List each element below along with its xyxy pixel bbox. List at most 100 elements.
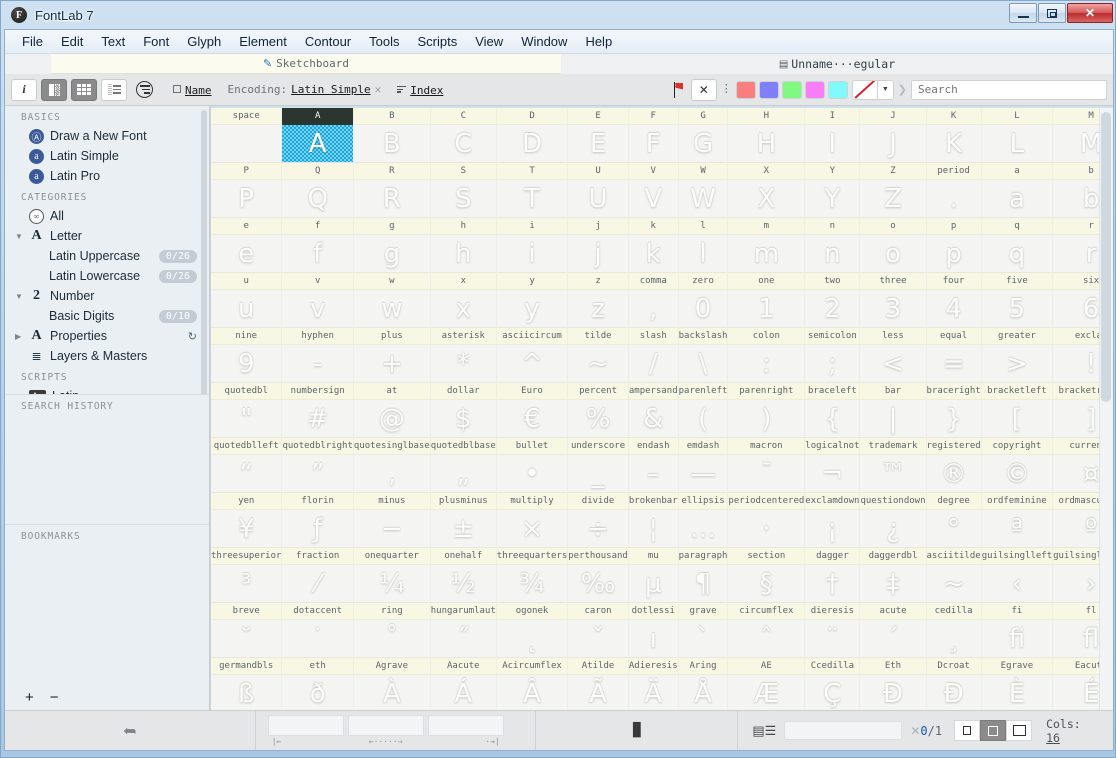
glyph-cell[interactable]: ff bbox=[282, 218, 353, 273]
close-button[interactable]: ✕ bbox=[1067, 3, 1113, 23]
glyph-cell[interactable]: kk bbox=[629, 218, 679, 273]
glyph-cell[interactable]: germandblsß bbox=[211, 658, 282, 710]
glyph-cell[interactable]: plusminus± bbox=[431, 493, 497, 548]
glyph-cell[interactable]: dagger† bbox=[805, 548, 860, 603]
glyph-cell[interactable]: ww bbox=[354, 273, 431, 328]
glyph-cell[interactable]: at@ bbox=[354, 383, 431, 438]
glyph-cell[interactable]: five5 bbox=[982, 273, 1053, 328]
glyph-cell[interactable]: ogonek˛ bbox=[497, 603, 568, 658]
filter-input[interactable] bbox=[784, 721, 902, 740]
glyph-cell[interactable]: one1 bbox=[728, 273, 805, 328]
glyph-cell[interactable]: yen¥ bbox=[211, 493, 282, 548]
color-swatch-0[interactable] bbox=[736, 81, 756, 99]
menu-item-element[interactable]: Element bbox=[230, 31, 296, 52]
glyph-cell[interactable]: vv bbox=[282, 273, 353, 328]
glyph-cell[interactable]: xx bbox=[431, 273, 497, 328]
maximize-button[interactable] bbox=[1038, 3, 1066, 23]
glyph-cell[interactable]: KK bbox=[927, 108, 982, 163]
chevron-right-icon[interactable]: ▶ bbox=[15, 332, 25, 341]
sidebar-item-number[interactable]: ▼2Number bbox=[5, 286, 209, 306]
glyph-cell[interactable]: dotaccent˙ bbox=[282, 603, 353, 658]
glyph-cell[interactable]: section§ bbox=[728, 548, 805, 603]
glyph-cell[interactable]: fraction⁄ bbox=[282, 548, 353, 603]
glyph-cell[interactable]: period. bbox=[927, 163, 982, 218]
glyph-cell[interactable]: ee bbox=[211, 218, 282, 273]
glyph-cell[interactable]: II bbox=[805, 108, 860, 163]
glyph-cell[interactable]: colon: bbox=[728, 328, 805, 383]
glyph-cell[interactable]: hungarumlaut˝ bbox=[431, 603, 497, 658]
glyph-cell[interactable]: dieresis¨ bbox=[805, 603, 860, 658]
minimize-button[interactable] bbox=[1009, 3, 1037, 23]
glyph-cell[interactable]: YY bbox=[805, 163, 860, 218]
glyph-cell[interactable]: daggerdbl‡ bbox=[860, 548, 926, 603]
glyph-cell[interactable]: asciicircum^ bbox=[497, 328, 568, 383]
menu-item-font[interactable]: Font bbox=[134, 31, 178, 52]
glyph-cell[interactable]: minus− bbox=[354, 493, 431, 548]
glyph-cell[interactable]: periodcentered· bbox=[728, 493, 805, 548]
glyph-cell[interactable]: backslash\ bbox=[679, 328, 729, 383]
glyph-cell[interactable]: breve˘ bbox=[211, 603, 282, 658]
glyph-cell[interactable]: onequarter¼ bbox=[354, 548, 431, 603]
glyph-cell[interactable]: space bbox=[211, 108, 282, 163]
glyph-cell[interactable]: EthÐ bbox=[860, 658, 926, 710]
glyph-cell[interactable]: copyright© bbox=[982, 438, 1053, 493]
menu-item-file[interactable]: File bbox=[13, 31, 52, 52]
flag-icon[interactable] bbox=[673, 82, 687, 98]
glyph-cell[interactable]: logicalnot¬ bbox=[805, 438, 860, 493]
glyph-cell[interactable]: multiply× bbox=[497, 493, 568, 548]
glyph-cell[interactable]: GG bbox=[679, 108, 729, 163]
grid-scrollbar-thumb[interactable] bbox=[1101, 112, 1111, 402]
sidebar-item-letter[interactable]: ▼ALetter bbox=[5, 226, 209, 246]
glyph-cell[interactable]: AacuteÁ bbox=[431, 658, 497, 710]
search-input[interactable] bbox=[911, 80, 1107, 100]
cols-indicator[interactable]: Cols: 16 bbox=[1046, 717, 1101, 745]
sidebar-item-basic-digits[interactable]: Basic Digits0/10 bbox=[5, 306, 209, 326]
refresh-icon[interactable]: ↻ bbox=[188, 330, 197, 343]
glyph-cell[interactable]: emdash— bbox=[679, 438, 729, 493]
sidebar-item-latin[interactable]: ▶АaLatin bbox=[5, 386, 209, 394]
glyph-cell[interactable]: hyphen- bbox=[282, 328, 353, 383]
menu-item-view[interactable]: View bbox=[466, 31, 512, 52]
glyph-cell[interactable]: brokenbar¦ bbox=[629, 493, 679, 548]
glyph-cell[interactable]: muµ bbox=[629, 548, 679, 603]
glyph-cell[interactable]: JJ bbox=[860, 108, 926, 163]
cell-size-medium-button[interactable] bbox=[980, 720, 1006, 741]
glyph-cell[interactable]: fiﬁ bbox=[982, 603, 1053, 658]
chevron-down-icon[interactable]: ▼ bbox=[15, 292, 25, 301]
sidebar-item-latin-pro[interactable]: aLatin Pro bbox=[5, 166, 209, 186]
add-bookmark-button[interactable]: + bbox=[25, 689, 34, 706]
color-swatch-3[interactable] bbox=[805, 81, 825, 99]
glyph-cell[interactable]: caronˇ bbox=[568, 603, 629, 658]
cell-size-large-button[interactable] bbox=[1006, 720, 1032, 741]
metric-field-2[interactable] bbox=[428, 715, 504, 736]
metric-field-1[interactable] bbox=[348, 715, 424, 736]
glyph-cell[interactable]: ll bbox=[679, 218, 729, 273]
split-panel-view-button[interactable] bbox=[41, 79, 67, 101]
expand-arrow-icon[interactable]: ❯ bbox=[898, 83, 907, 96]
glyph-cell[interactable]: uu bbox=[211, 273, 282, 328]
glyph-cell[interactable]: EE bbox=[568, 108, 629, 163]
glyph-cell[interactable]: four4 bbox=[927, 273, 982, 328]
glyph-cell[interactable]: slash/ bbox=[629, 328, 679, 383]
grid-view-button[interactable] bbox=[71, 79, 97, 101]
glyph-cell[interactable]: quotedblright” bbox=[282, 438, 353, 493]
menu-item-text[interactable]: Text bbox=[92, 31, 134, 52]
circle-lines-button[interactable] bbox=[131, 79, 157, 101]
glyph-cell[interactable]: dollar$ bbox=[431, 383, 497, 438]
glyph-cell[interactable]: HH bbox=[728, 108, 805, 163]
index-toggle[interactable]: Index bbox=[397, 81, 443, 99]
glyph-cell[interactable]: less< bbox=[860, 328, 926, 383]
glyph-cell[interactable]: bar| bbox=[860, 383, 926, 438]
menu-item-tools[interactable]: Tools bbox=[360, 31, 408, 52]
glyph-cell[interactable]: oo bbox=[860, 218, 926, 273]
glyph-cell[interactable]: CcedillaÇ bbox=[805, 658, 860, 710]
glyph-cell[interactable]: zz bbox=[568, 273, 629, 328]
glyph-cell[interactable]: zero0 bbox=[679, 273, 729, 328]
glyph-cell[interactable]: underscore_ bbox=[568, 438, 629, 493]
glyph-cell[interactable]: trademark™ bbox=[860, 438, 926, 493]
glyph-cell[interactable]: quotedbl" bbox=[211, 383, 282, 438]
glyph-cell[interactable]: AgraveÀ bbox=[354, 658, 431, 710]
cell-size-small-button[interactable] bbox=[954, 720, 980, 741]
remove-bookmark-button[interactable]: − bbox=[50, 689, 59, 706]
glyph-cell[interactable]: bracketleft[ bbox=[982, 383, 1053, 438]
